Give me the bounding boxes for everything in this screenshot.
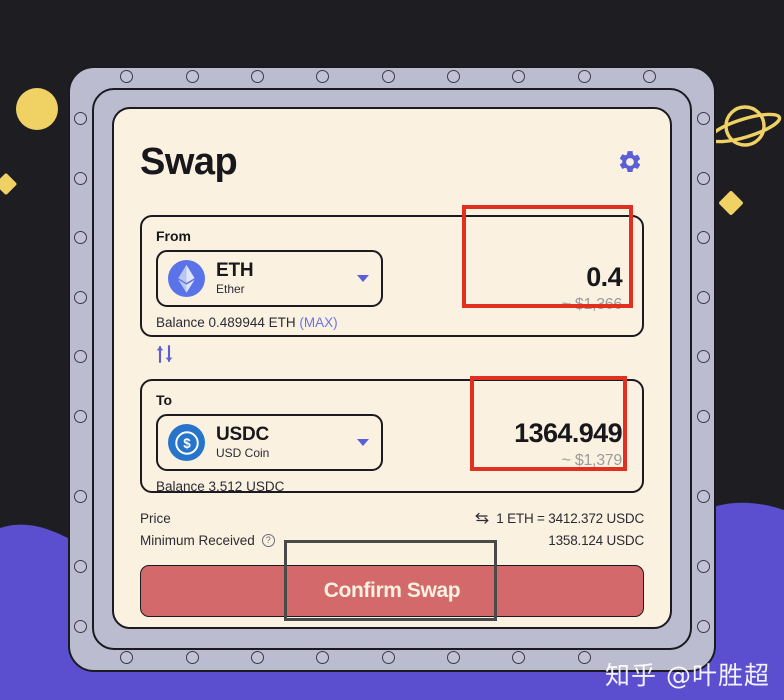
rivet <box>382 651 395 664</box>
max-button[interactable]: (MAX) <box>299 315 337 330</box>
price-value: 1 ETH = 3412.372 USDC <box>496 510 644 526</box>
exchange-arrows-icon <box>475 512 489 524</box>
minimum-received-value: 1358.124 USDC <box>548 532 644 548</box>
rivet <box>697 620 710 633</box>
page-title: Swap <box>140 140 238 183</box>
rivet <box>74 291 87 304</box>
rivet <box>74 560 87 573</box>
rivet <box>512 651 525 664</box>
rivet <box>316 70 329 83</box>
rivet <box>186 651 199 664</box>
from-amount-field[interactable]: 0.4 ~ $1,366 <box>461 227 633 329</box>
price-row: Price 1 ETH = 3412.372 USDC <box>140 507 644 529</box>
from-token-selector[interactable]: ETH Ether <box>156 250 383 307</box>
minimum-value-group: 1358.124 USDC <box>548 533 644 548</box>
rivet <box>697 350 710 363</box>
to-token-name: USD Coin <box>216 446 270 461</box>
gear-icon[interactable] <box>616 148 644 176</box>
rivet <box>697 490 710 503</box>
to-amount-field[interactable]: 1364.949 ~ $1,379 <box>471 391 633 491</box>
rivet <box>120 70 133 83</box>
rivet <box>74 112 87 125</box>
rivet <box>697 172 710 185</box>
from-panel: From ETH Ether Balance 0.489944 ETH (MAX… <box>140 215 644 337</box>
chevron-down-icon[interactable] <box>357 275 369 282</box>
card-header: Swap <box>140 133 644 191</box>
yellow-diamond-icon-right <box>718 190 744 216</box>
minimum-label-group: Minimum Received ? <box>140 533 275 548</box>
from-amount-usd: ~ $1,366 <box>561 295 623 313</box>
screenshot-root: Swap From ETH Ether Balance 0.489944 ETH… <box>0 0 784 700</box>
from-amount-value: 0.4 <box>586 262 622 292</box>
from-token-text: ETH Ether <box>216 261 346 296</box>
rivet <box>578 70 591 83</box>
info-section: Price 1 ETH = 3412.372 USDC Minimum Rece… <box>140 507 644 551</box>
rivet <box>74 231 87 244</box>
rivet <box>186 70 199 83</box>
rivet <box>251 70 264 83</box>
ethereum-icon <box>168 260 205 297</box>
chevron-down-icon[interactable] <box>357 439 369 446</box>
price-value-group: 1 ETH = 3412.372 USDC <box>475 511 644 526</box>
from-balance-text: Balance 0.489944 ETH <box>156 315 296 330</box>
rivet <box>120 651 133 664</box>
usdc-icon: $ <box>168 424 205 461</box>
yellow-diamond-icon-left <box>0 172 18 196</box>
from-token-name: Ether <box>216 282 245 297</box>
price-label: Price <box>140 510 171 526</box>
rivet <box>316 651 329 664</box>
to-token-symbol: USDC <box>216 424 270 446</box>
rivet <box>74 350 87 363</box>
rivet <box>697 231 710 244</box>
swap-card: Swap From ETH Ether Balance 0.489944 ETH… <box>112 107 672 629</box>
swap-vertical-arrows-icon <box>156 344 173 364</box>
to-balance-text: Balance 3.512 USDC <box>156 479 285 494</box>
rivet <box>447 70 460 83</box>
switch-direction-button[interactable] <box>140 337 644 371</box>
confirm-swap-button[interactable]: Confirm Swap <box>140 565 644 617</box>
rivet <box>74 410 87 423</box>
rivet <box>74 620 87 633</box>
rivet <box>382 70 395 83</box>
to-panel: To $ USDC USD Coin Balance 3.512 USDC 13… <box>140 379 644 494</box>
to-amount-value: 1364.949 <box>514 418 622 448</box>
rivet <box>251 651 264 664</box>
to-token-text: USDC USD Coin <box>216 425 346 460</box>
rivet <box>447 651 460 664</box>
rivet <box>697 560 710 573</box>
rivet <box>74 172 87 185</box>
svg-text:$: $ <box>183 436 191 451</box>
from-token-symbol: ETH <box>216 260 254 282</box>
rivet <box>697 112 710 125</box>
yellow-circle-icon <box>16 88 58 130</box>
rivet <box>697 291 710 304</box>
rivet <box>643 70 656 83</box>
question-mark-icon[interactable]: ? <box>261 533 275 547</box>
rivet <box>512 70 525 83</box>
to-amount-usd: ~ $1,379 <box>561 451 623 469</box>
minimum-received-label: Minimum Received <box>140 532 255 548</box>
rivet <box>697 410 710 423</box>
to-token-selector[interactable]: $ USDC USD Coin <box>156 414 383 471</box>
rivet <box>578 651 591 664</box>
rivet <box>74 490 87 503</box>
price-label-group: Price <box>140 511 171 526</box>
minimum-received-row: Minimum Received ? 1358.124 USDC <box>140 529 644 551</box>
